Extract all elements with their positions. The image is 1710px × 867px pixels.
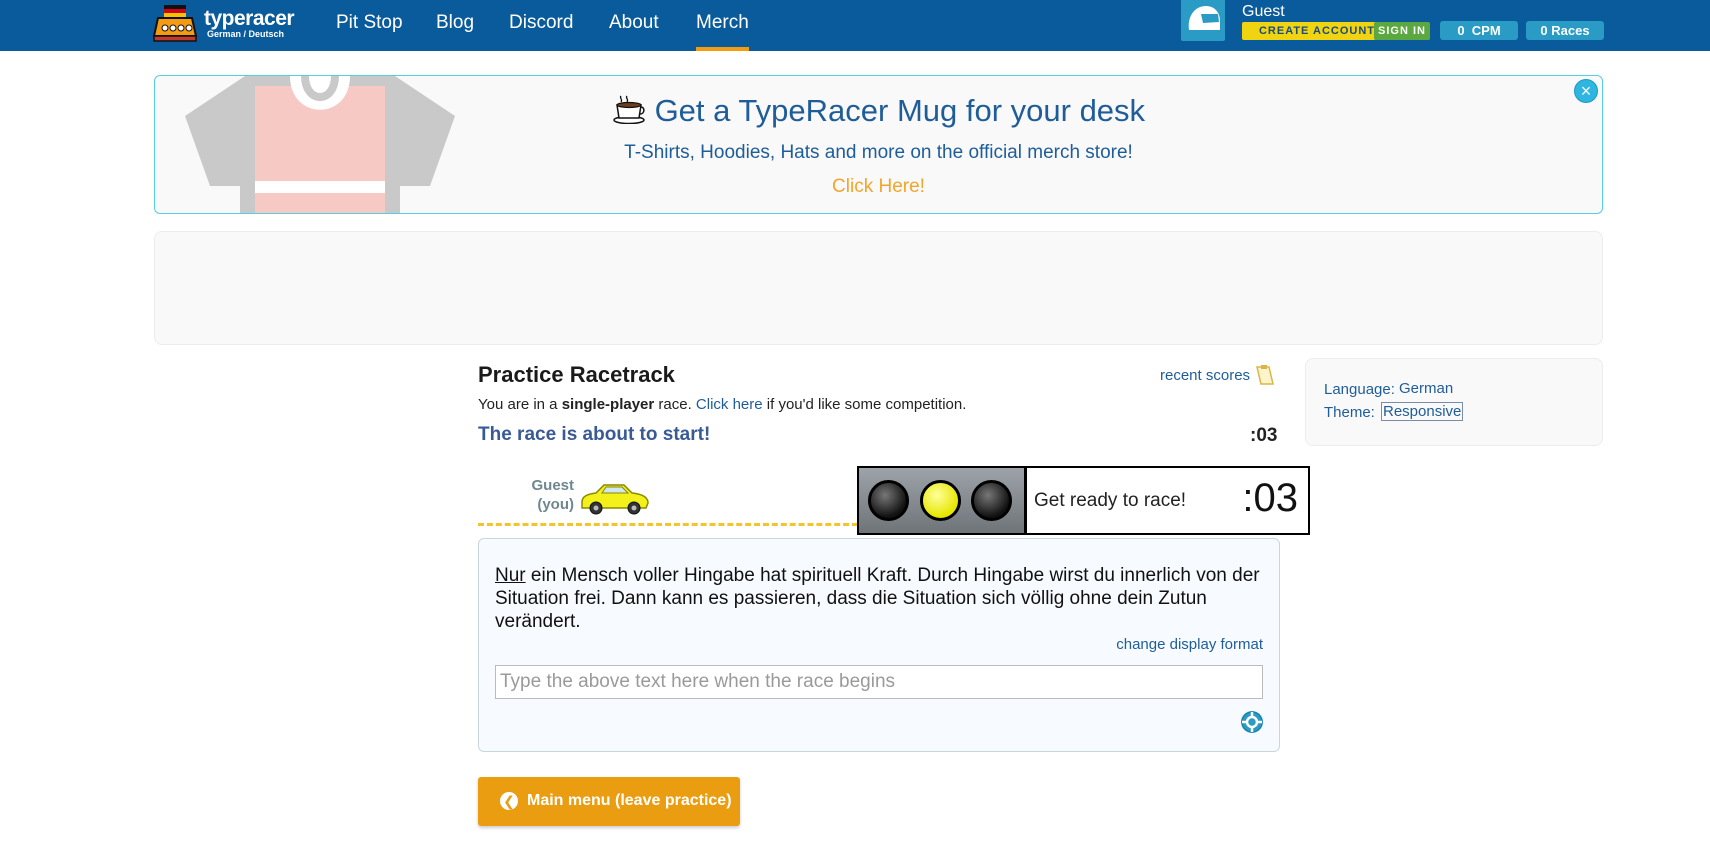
current-word: Nur [495,565,526,586]
recent-scores-link[interactable]: recent scores [1160,364,1275,386]
single-player-notice: You are in a single-player race. Click h… [478,396,966,413]
notepad-icon [1256,365,1274,385]
typing-input[interactable] [495,665,1263,699]
main-menu-button[interactable]: ❮ Main menu (leave practice) [478,777,740,826]
banner-title-text: Get a TypeRacer Mug for your desk [654,93,1146,128]
user-name: Guest [1242,3,1285,20]
single-notice-mid: race. [654,396,696,413]
logo-subtitle: German / Deutsch [207,28,285,39]
racer-name-guest: Guest [531,477,574,494]
race-track-line [478,523,858,526]
nav-pit-stop[interactable]: Pit Stop [336,0,403,51]
race-status: The race is about to start! [478,424,711,445]
race-car-icon [581,484,649,515]
banner-title: Get a TypeRacer Mug for your desk [155,93,1602,129]
nav-merch[interactable]: Merch [696,0,749,51]
single-notice-prefix: You are in a [478,396,562,413]
cpm-label: CPM [1471,23,1501,38]
nav-discord[interactable]: Discord [509,0,573,51]
get-ready-text: Get ready to race! [1034,490,1187,511]
nav-about[interactable]: About [609,0,659,51]
single-notice-suffix: if you'd like some competition. [762,396,967,413]
user-avatar[interactable] [1181,0,1225,41]
banner-click-here-link[interactable]: Click Here! [155,176,1602,198]
theme-label: Theme: [1324,404,1375,421]
yellow-light-icon [920,480,961,521]
cpm-value: 0 [1457,23,1465,38]
page-title: Practice Racetrack [478,362,675,387]
green-light-icon [971,480,1012,521]
logo-title: typeracer [204,6,295,30]
change-display-format-link[interactable]: change display format [1116,636,1263,653]
main-menu-label: Main menu (leave practice) [527,792,732,809]
racer-name: Guest (you) [520,476,574,514]
typeracer-logo[interactable]: typeracer German / Deutsch [152,3,295,43]
ad-placeholder [154,231,1603,345]
language-selector[interactable]: German [1399,380,1453,397]
countdown-large: :03 [1242,476,1298,520]
passage-remaining: ein Mensch voller Hingabe hat spirituell… [495,565,1260,632]
recent-scores-label: recent scores [1160,366,1251,384]
typing-panel: Nur ein Mensch voller Hingabe hat spirit… [478,538,1280,752]
race-passage: Nur ein Mensch voller Hingabe hat spirit… [495,564,1275,633]
typewriter-logo-icon [152,5,198,42]
settings-panel: Language: German Theme: Responsive [1305,358,1603,446]
cpm-badge[interactable]: 0 CPM [1440,21,1518,40]
chevron-left-icon: ❮ [500,792,518,810]
merch-banner: Get a TypeRacer Mug for your desk T-Shir… [154,75,1603,214]
competition-link[interactable]: Click here [696,396,763,413]
racer-name-you: (you) [537,496,574,513]
traffic-lights [859,468,1027,533]
coffee-mug-icon [613,95,645,125]
nav-blog[interactable]: Blog [436,0,474,51]
banner-subtitle: T-Shirts, Hoodies, Hats and more on the … [624,142,1133,163]
create-account-button[interactable]: CREATE ACCOUNT [1242,22,1392,40]
help-icon[interactable] [1241,711,1263,733]
countdown-small: :03 [1250,425,1278,446]
top-navbar: typeracer German / Deutsch Pit Stop Blog… [0,0,1710,51]
traffic-light-panel: Get ready to race! :03 [857,466,1310,535]
banner-close-icon[interactable]: × [1574,79,1598,103]
sign-in-button[interactable]: SIGN IN [1374,22,1430,40]
language-label: Language: [1324,381,1395,398]
theme-selector[interactable]: Responsive [1381,402,1464,421]
single-notice-bold: single-player [561,396,655,413]
red-light-icon [868,480,909,521]
racing-helmet-icon [1188,6,1220,30]
races-badge[interactable]: 0 Races [1526,21,1604,40]
